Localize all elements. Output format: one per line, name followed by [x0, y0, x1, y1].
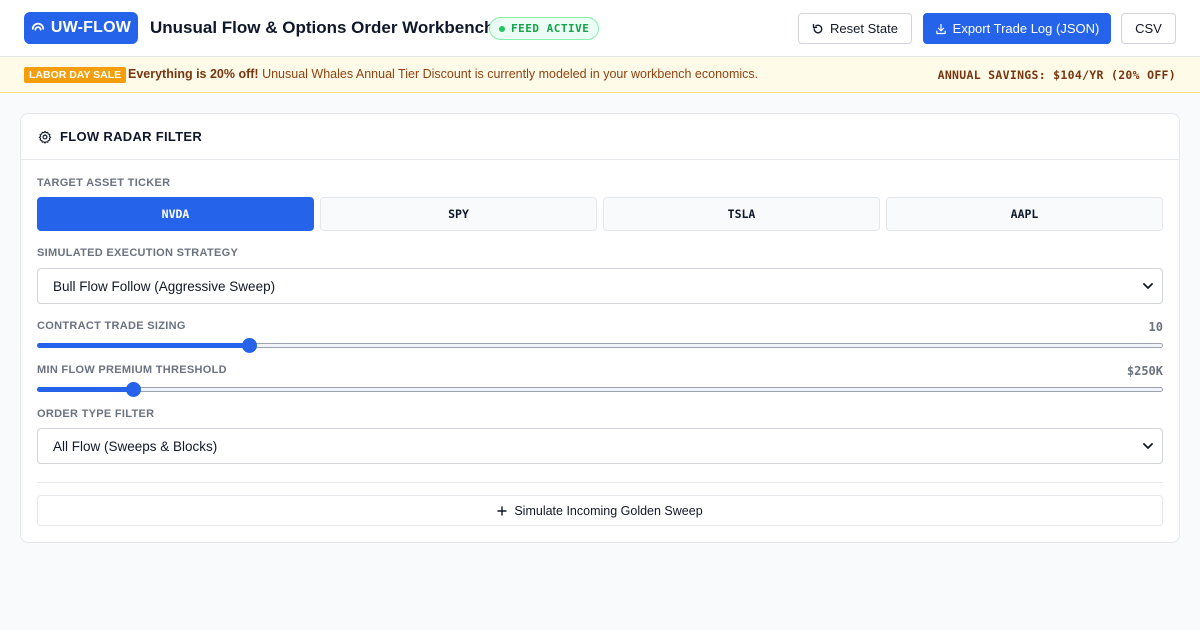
strategy-select[interactable]: Bull Flow Follow (Aggressive Sweep)	[37, 268, 1163, 304]
premium-slider[interactable]	[37, 382, 1163, 397]
premium-label: MIN FLOW PREMIUM THRESHOLD	[37, 364, 227, 376]
slider-thumb[interactable]	[126, 382, 141, 397]
premium-value: $250K	[1126, 364, 1163, 378]
slider-fill	[37, 343, 249, 348]
export-csv-button[interactable]: CSV	[1121, 13, 1176, 44]
rotate-ccw-icon	[812, 23, 823, 33]
sale-tag: LABOR DAY SALE	[24, 67, 127, 83]
sizing-slider[interactable]	[37, 338, 1163, 353]
feed-status-badge: FEED ACTIVE	[489, 17, 600, 40]
app-header: UW-FLOW Unusual Flow & Options Order Wor…	[0, 0, 1200, 57]
sizing-label: CONTRACT TRADE SIZING	[37, 320, 186, 332]
panel-title: FLOW RADAR FILTER	[60, 129, 203, 144]
reset-state-button[interactable]: Reset State	[798, 13, 912, 44]
divider	[37, 482, 1163, 483]
strategy-value: Bull Flow Follow (Aggressive Sweep)	[53, 278, 276, 294]
feed-status-text: FEED ACTIVE	[511, 22, 590, 35]
ticker-tsla-button[interactable]: TSLA	[603, 197, 880, 231]
order-type-select[interactable]: All Flow (Sweeps & Blocks)	[37, 428, 1163, 464]
app-logo[interactable]: UW-FLOW	[24, 12, 138, 44]
sale-banner: LABOR DAY SALE Everything is 20% off! Un…	[0, 57, 1200, 93]
ticker-label: TARGET ASSET TICKER	[37, 177, 171, 189]
order-type-value: All Flow (Sweeps & Blocks)	[53, 438, 218, 454]
banner-headline: Everything is 20% off!	[128, 67, 259, 81]
export-json-label: Export Trade Log (JSON)	[952, 21, 1100, 36]
logo-text: UW-FLOW	[50, 19, 132, 36]
order-type-label: ORDER TYPE FILTER	[37, 408, 155, 420]
chevron-down-icon	[1143, 283, 1153, 289]
ticker-aapl-button[interactable]: AAPL	[886, 197, 1163, 231]
status-dot-icon	[499, 25, 505, 32]
ticker-spy-button[interactable]: SPY	[320, 197, 597, 231]
annual-savings: ANNUAL SAVINGS: $104/YR (20% OFF)	[937, 68, 1176, 82]
flow-radar-panel: FLOW RADAR FILTER TARGET ASSET TICKER NV…	[20, 113, 1180, 543]
download-icon	[935, 23, 946, 34]
slider-track	[37, 387, 1163, 392]
slider-thumb[interactable]	[242, 338, 257, 353]
chevron-down-icon	[1143, 443, 1153, 449]
app-title: Unusual Flow & Options Order Workbench	[150, 18, 495, 37]
ticker-nvda-button[interactable]: NVDA	[37, 197, 314, 231]
slider-fill	[37, 387, 133, 392]
strategy-label: SIMULATED EXECUTION STRATEGY	[37, 247, 239, 259]
sizing-value: 10	[1148, 320, 1163, 334]
simulate-sweep-button[interactable]: Simulate Incoming Golden Sweep	[37, 495, 1163, 526]
ticker-selector: NVDA SPY TSLA AAPL	[37, 197, 1163, 231]
banner-message: Unusual Whales Annual Tier Discount is c…	[262, 67, 759, 81]
simulate-sweep-label: Simulate Incoming Golden Sweep	[514, 503, 703, 518]
export-json-button[interactable]: Export Trade Log (JSON)	[923, 13, 1111, 44]
gear-icon	[38, 130, 52, 144]
export-csv-label: CSV	[1135, 21, 1162, 36]
banner-text: Everything is 20% off! Unusual Whales An…	[128, 67, 758, 81]
panel-header: FLOW RADAR FILTER	[21, 114, 1179, 160]
plus-icon	[497, 505, 508, 516]
signal-icon	[31, 22, 45, 31]
reset-state-label: Reset State	[830, 21, 898, 36]
